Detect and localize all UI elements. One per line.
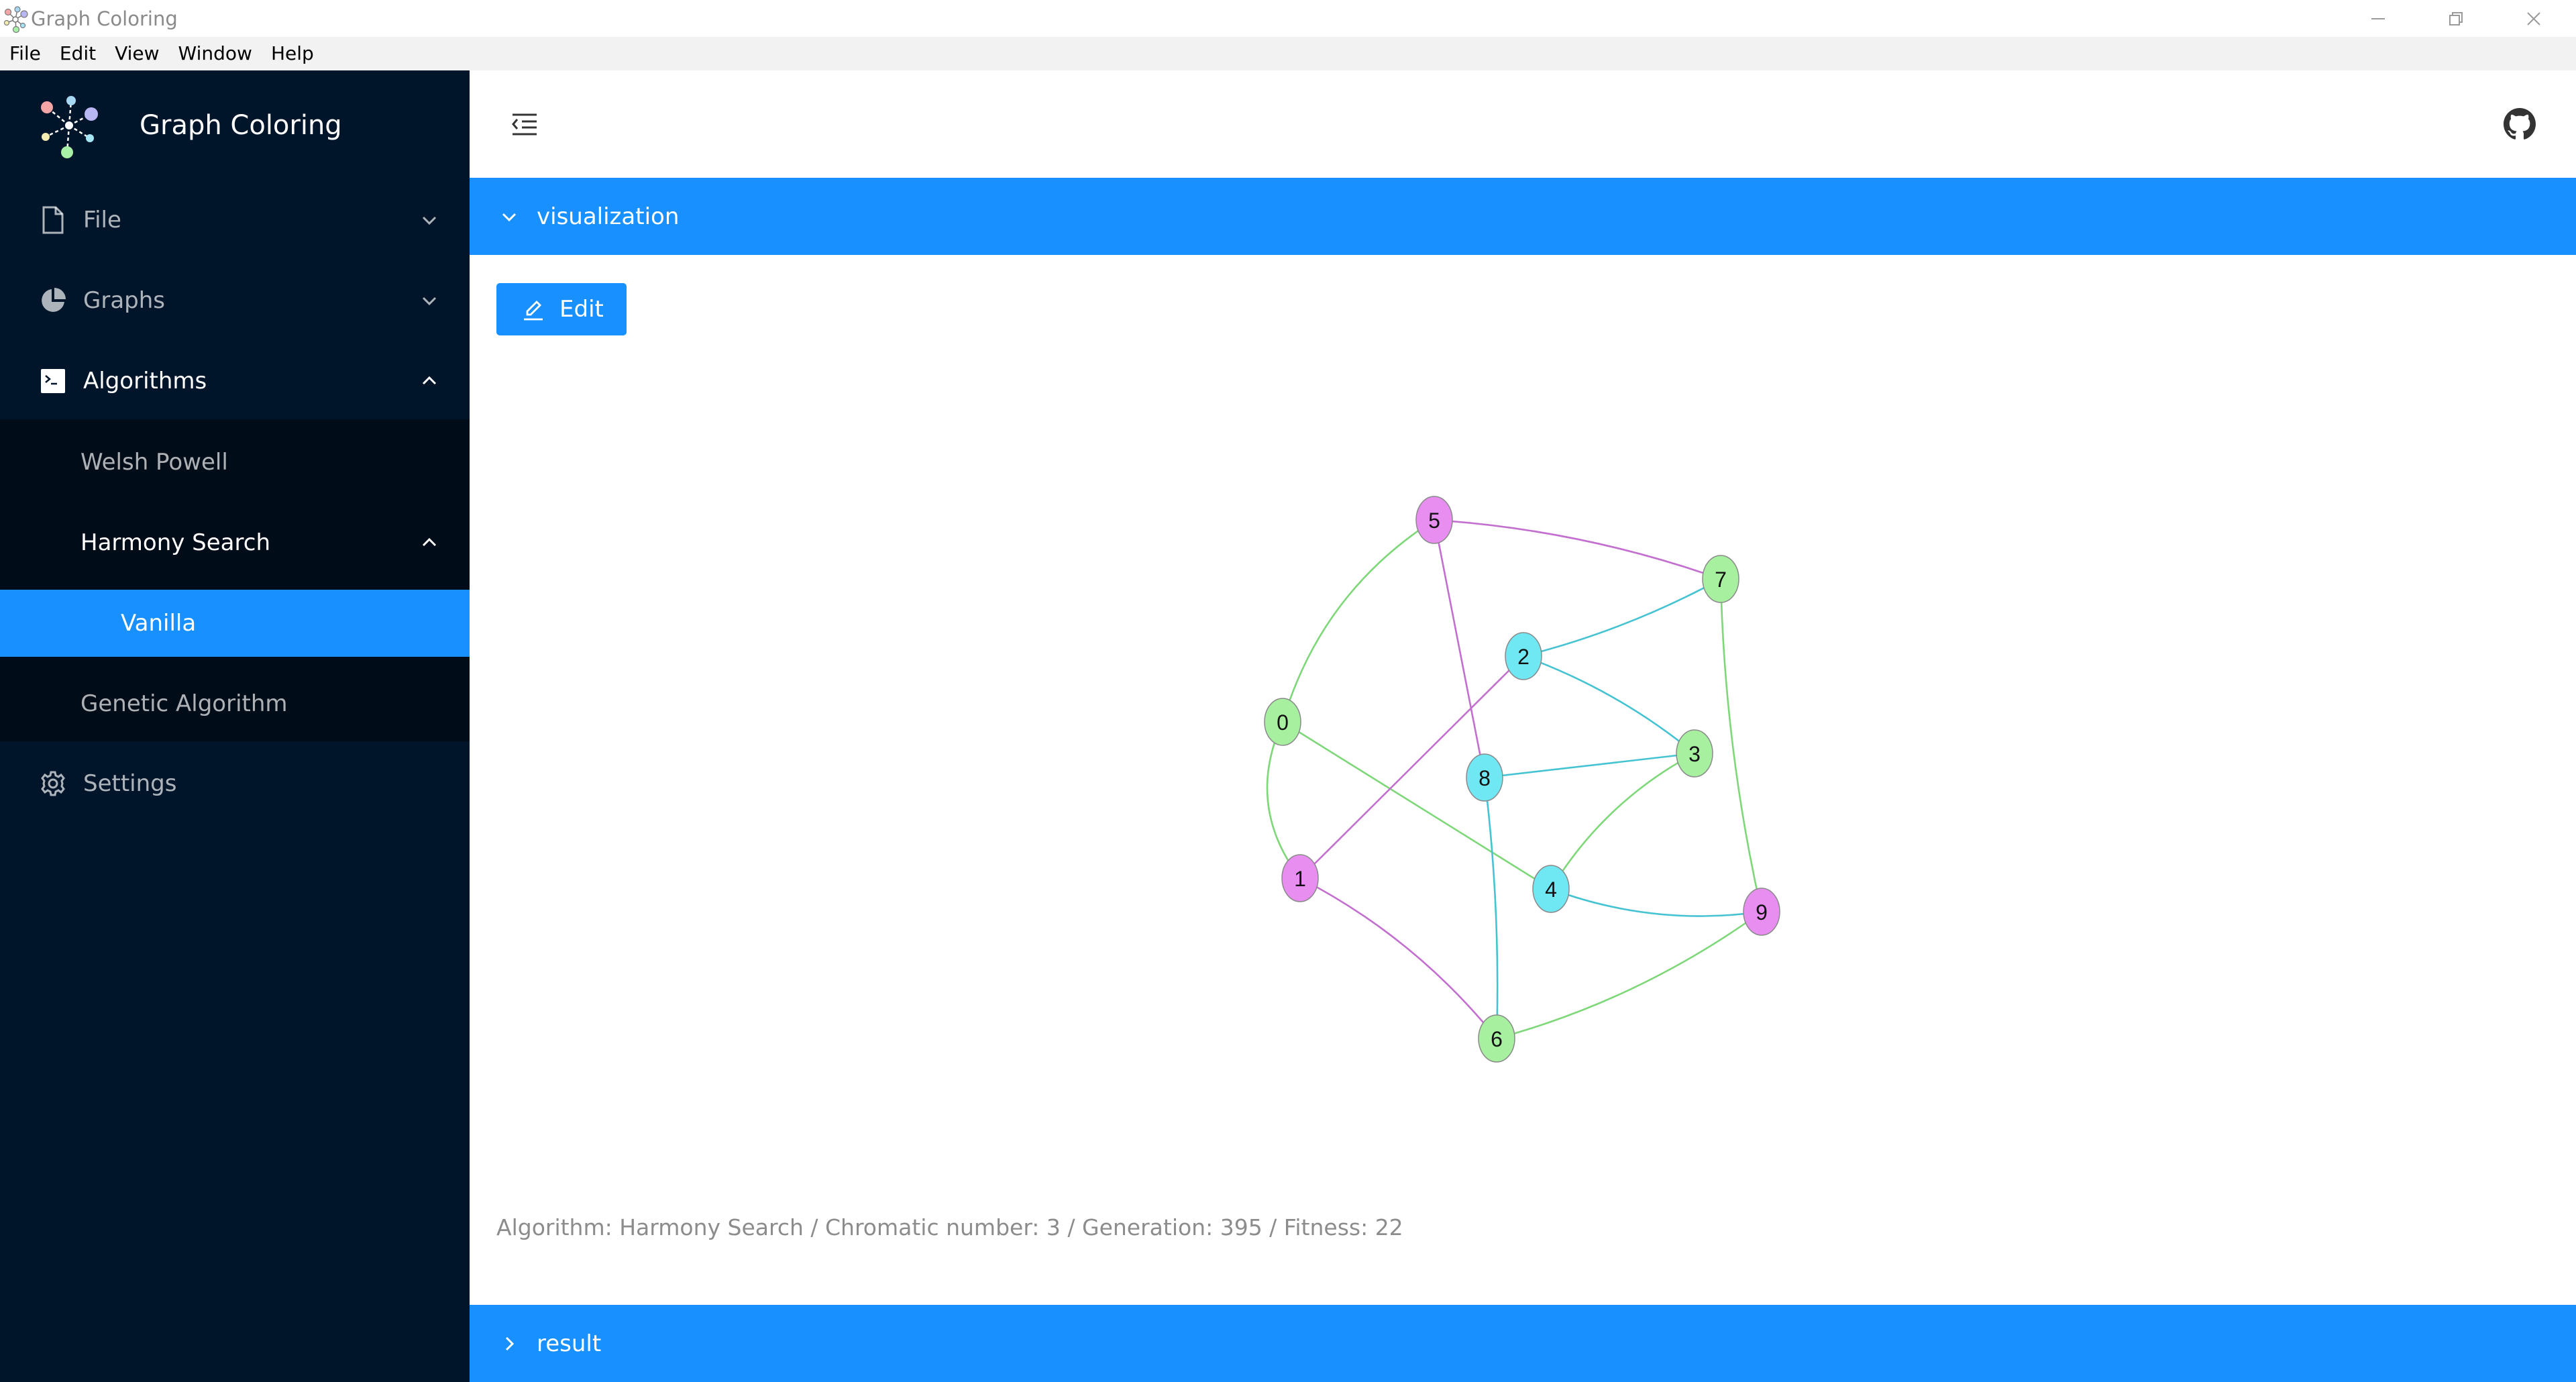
close-button[interactable] [2497, 3, 2571, 35]
edit-button-label: Edit [559, 296, 604, 323]
graph-edge-5-8 [1433, 519, 1486, 778]
window-title-bar: Graph Coloring [0, 0, 2576, 37]
graph-node-label: 0 [1277, 710, 1289, 735]
code-icon [38, 366, 68, 396]
sidebar-item-welsh-powell[interactable]: Welsh Powell [0, 429, 470, 496]
sidebar-logo: Graph Coloring [0, 70, 470, 180]
graph-node-label: 3 [1688, 742, 1701, 766]
chevron-down-icon [422, 297, 437, 306]
menu-window[interactable]: Window [169, 37, 262, 70]
menu-edit[interactable]: Edit [50, 37, 105, 70]
edit-button[interactable]: Edit [496, 283, 627, 335]
graph-edge-7-9 [1719, 578, 1763, 912]
sidebar-item-vanilla[interactable]: Vanilla [0, 590, 470, 657]
sidebar-item-label: File [83, 207, 121, 233]
graph-node-label: 9 [1756, 900, 1768, 924]
graph-visualization: 0 1 2 3 4 5 6 7 8 9 [1264, 496, 1780, 1063]
graph-node-6[interactable]: 6 [1478, 1014, 1515, 1063]
sidebar-item-genetic-algorithm[interactable]: Genetic Algorithm [0, 670, 470, 737]
sidebar-item-label: Vanilla [121, 610, 197, 637]
result-label: result [537, 1330, 602, 1357]
graph-node-3[interactable]: 3 [1676, 729, 1713, 778]
graph-node-5[interactable]: 5 [1415, 496, 1453, 544]
graph-edge-0-5 [1281, 519, 1435, 723]
algorithms-submenu: Welsh Powell Harmony Search Vanilla Gene… [0, 419, 470, 741]
minimize-icon [2371, 18, 2385, 19]
graph-node-label: 1 [1294, 867, 1306, 891]
graph-edge-6-9 [1496, 910, 1762, 1040]
graph-node-7[interactable]: 7 [1702, 555, 1739, 603]
graph-edge-2-3 [1523, 655, 1695, 755]
sidebar-item-label: Harmony Search [80, 529, 270, 556]
graph-node-label: 7 [1715, 568, 1727, 592]
graph-edge-4-9 [1550, 888, 1762, 917]
result-panel-header[interactable]: result [470, 1305, 2576, 1382]
sidebar-item-file[interactable]: File [0, 180, 470, 260]
menu-fold-icon[interactable] [510, 109, 539, 139]
menu-view[interactable]: View [105, 37, 168, 70]
sidebar-item-graphs[interactable]: Graphs [0, 260, 470, 341]
close-icon [2527, 12, 2540, 25]
graph-edge-0-4 [1282, 721, 1552, 890]
graph-node-4[interactable]: 4 [1532, 865, 1570, 913]
window-title: Graph Coloring [31, 7, 178, 30]
sidebar-item-label: Settings [83, 770, 177, 797]
chevron-down-icon [422, 216, 437, 225]
graph-node-0[interactable]: 0 [1264, 698, 1301, 746]
sidebar: Graph Coloring File Graphs Algorithms We… [0, 70, 470, 1382]
graph-edge-3-4 [1550, 752, 1695, 890]
sidebar-item-settings[interactable]: Settings [0, 743, 470, 824]
graph-node-9[interactable]: 9 [1743, 888, 1780, 936]
graph-node-label: 4 [1545, 878, 1557, 902]
content-header [470, 70, 2576, 178]
graph-node-8[interactable]: 8 [1466, 753, 1503, 802]
sidebar-item-label: Graphs [83, 287, 166, 314]
graph-edge-8-6 [1483, 777, 1499, 1039]
sidebar-item-label: Genetic Algorithm [80, 690, 288, 717]
visualization-label: visualization [537, 203, 680, 230]
graph-node-label: 5 [1428, 509, 1440, 533]
gear-icon [38, 768, 68, 799]
menu-bar: File Edit View Window Help [0, 37, 2576, 70]
graph-node-label: 2 [1517, 645, 1529, 669]
minimize-button[interactable] [2341, 3, 2415, 35]
menu-file[interactable]: File [0, 37, 50, 70]
graph-node-1[interactable]: 1 [1281, 854, 1319, 902]
chevron-up-icon [422, 376, 437, 385]
pie-chart-icon [38, 285, 68, 316]
graph-edge-8-3 [1484, 752, 1695, 779]
pencil-icon [524, 301, 543, 321]
chevron-down-icon [502, 213, 517, 221]
graph-node-label: 8 [1479, 766, 1491, 790]
visualization-panel-header[interactable]: visualization [470, 178, 2576, 255]
algorithm-status-text: Algorithm: Harmony Search / Chromatic nu… [496, 1214, 1403, 1240]
restore-button[interactable] [2419, 3, 2493, 35]
graph-node-label: 6 [1491, 1027, 1503, 1051]
app-logo-icon [3, 6, 28, 34]
restore-icon [2449, 12, 2463, 25]
graph-edge-5-7 [1434, 519, 1721, 580]
sidebar-item-harmony-search[interactable]: Harmony Search [0, 509, 470, 576]
menu-help[interactable]: Help [262, 37, 323, 70]
graph-edge-2-7 [1523, 578, 1721, 657]
main-content: visualization Edit 0 1 2 3 4 5 6 7 8 9 Algorithm:… [470, 70, 2576, 1382]
graph-edge-1-6 [1299, 877, 1498, 1039]
chevron-up-icon [422, 537, 437, 547]
sidebar-item-algorithms[interactable]: Algorithms [0, 341, 470, 421]
graph-node-2[interactable]: 2 [1505, 632, 1542, 680]
sidebar-item-label: Algorithms [83, 368, 207, 394]
sidebar-app-title: Graph Coloring [140, 110, 342, 141]
chevron-right-icon [505, 1336, 515, 1350]
file-icon [38, 205, 68, 235]
sidebar-item-label: Welsh Powell [80, 449, 228, 476]
github-icon[interactable] [2504, 108, 2536, 140]
graph-logo-icon [41, 96, 98, 158]
